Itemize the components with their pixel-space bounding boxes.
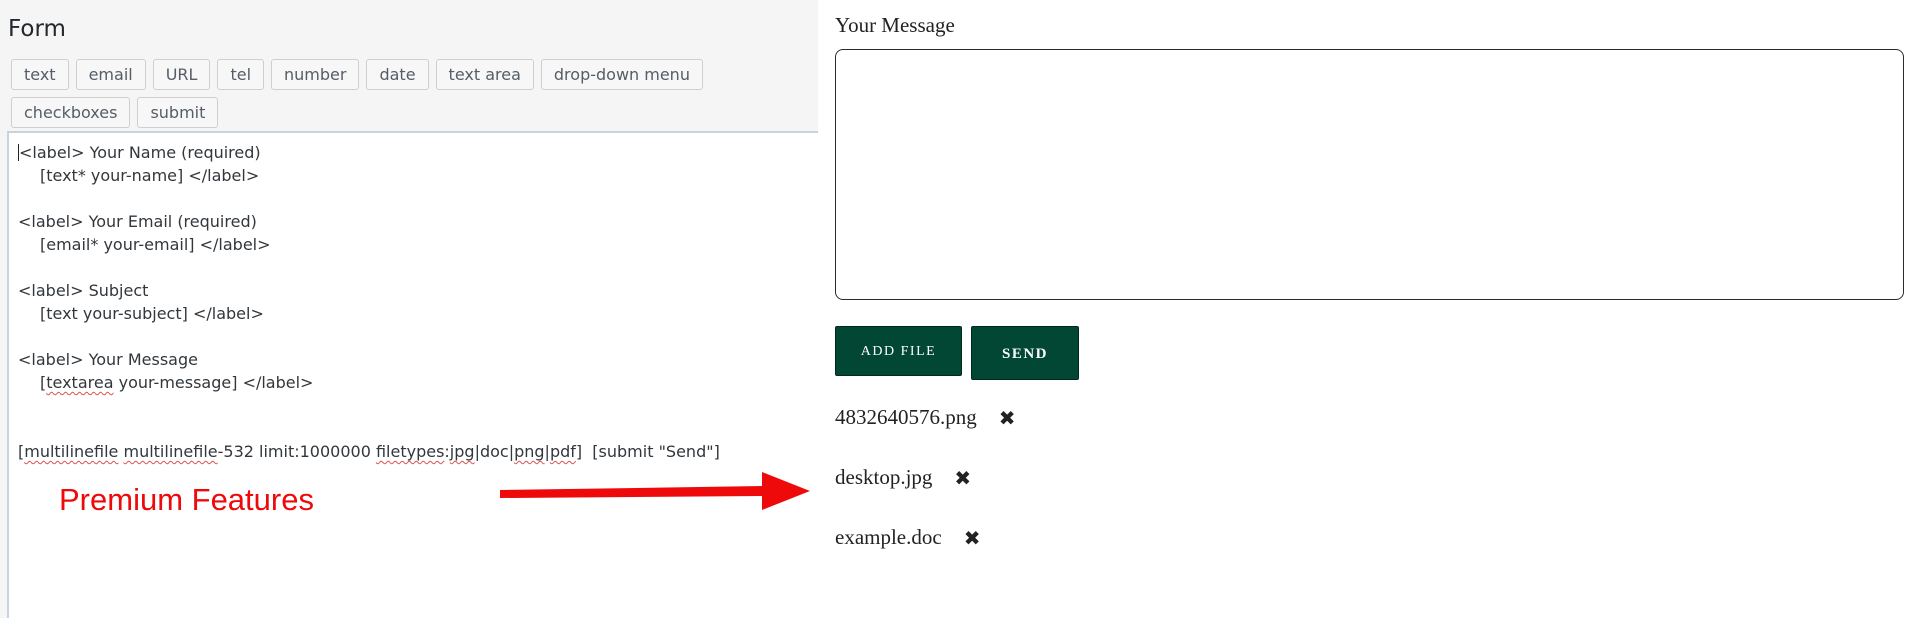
close-icon[interactable]: ✖	[964, 526, 981, 550]
code-line: [textarea your-message] </label>	[40, 373, 314, 392]
code-line: [text your-subject] </label>	[40, 304, 264, 323]
file-list-item: 4832640576.png ✖	[835, 405, 1016, 465]
file-name: example.doc	[835, 525, 942, 549]
close-icon[interactable]: ✖	[999, 406, 1016, 430]
form-preview-panel: Your Message ADD FILE SEND 4832640576.pn…	[818, 0, 1914, 618]
tag-button-text[interactable]: text	[11, 59, 69, 90]
tag-button-tel[interactable]: tel	[217, 59, 265, 90]
tag-button-text-area[interactable]: text area	[435, 59, 534, 90]
code-line: <label> Your Email (required)	[18, 212, 257, 231]
file-list-item: example.doc ✖	[835, 525, 1016, 585]
tag-button-date[interactable]: date	[366, 59, 429, 90]
form-title: Form	[8, 16, 66, 42]
tag-button-url[interactable]: URL	[152, 59, 211, 90]
code-line: [text* your-name] </label>	[40, 166, 260, 185]
your-message-label: Your Message	[835, 13, 955, 37]
add-file-button[interactable]: ADD FILE	[835, 326, 962, 376]
your-message-textarea[interactable]	[835, 49, 1904, 300]
close-icon[interactable]: ✖	[954, 466, 971, 490]
code-line: <label> Subject	[18, 281, 149, 300]
tag-button-email[interactable]: email	[75, 59, 146, 90]
file-name: desktop.jpg	[835, 465, 933, 489]
code-line: <label> Your Message	[18, 350, 198, 369]
send-button[interactable]: SEND	[971, 326, 1079, 380]
code-line: [email* your-email] </label>	[40, 235, 271, 254]
annotation-arrow-icon	[500, 472, 810, 510]
tag-button-checkboxes[interactable]: checkboxes	[11, 97, 131, 128]
uploaded-file-list: 4832640576.png ✖ desktop.jpg ✖ example.d…	[835, 405, 1016, 585]
premium-features-annotation: Premium Features	[59, 482, 314, 517]
tag-button-submit[interactable]: submit	[137, 97, 219, 128]
tag-button-number[interactable]: number	[271, 59, 360, 90]
code-line-multilinefile: [multilinefile multilinefile-532 limit:1…	[18, 442, 720, 461]
file-name: 4832640576.png	[835, 405, 977, 429]
tag-button-drop-down-menu[interactable]: drop-down menu	[540, 59, 703, 90]
code-line: <label> Your Name (required)	[18, 143, 261, 162]
tag-generator-toolbar: text email URL tel number date text area…	[11, 59, 816, 128]
form-editor-panel: Form text email URL tel number date text…	[0, 0, 818, 618]
file-list-item: desktop.jpg ✖	[835, 465, 1016, 525]
form-code-editor[interactable]: <label> Your Name (required) [text* your…	[7, 131, 818, 618]
